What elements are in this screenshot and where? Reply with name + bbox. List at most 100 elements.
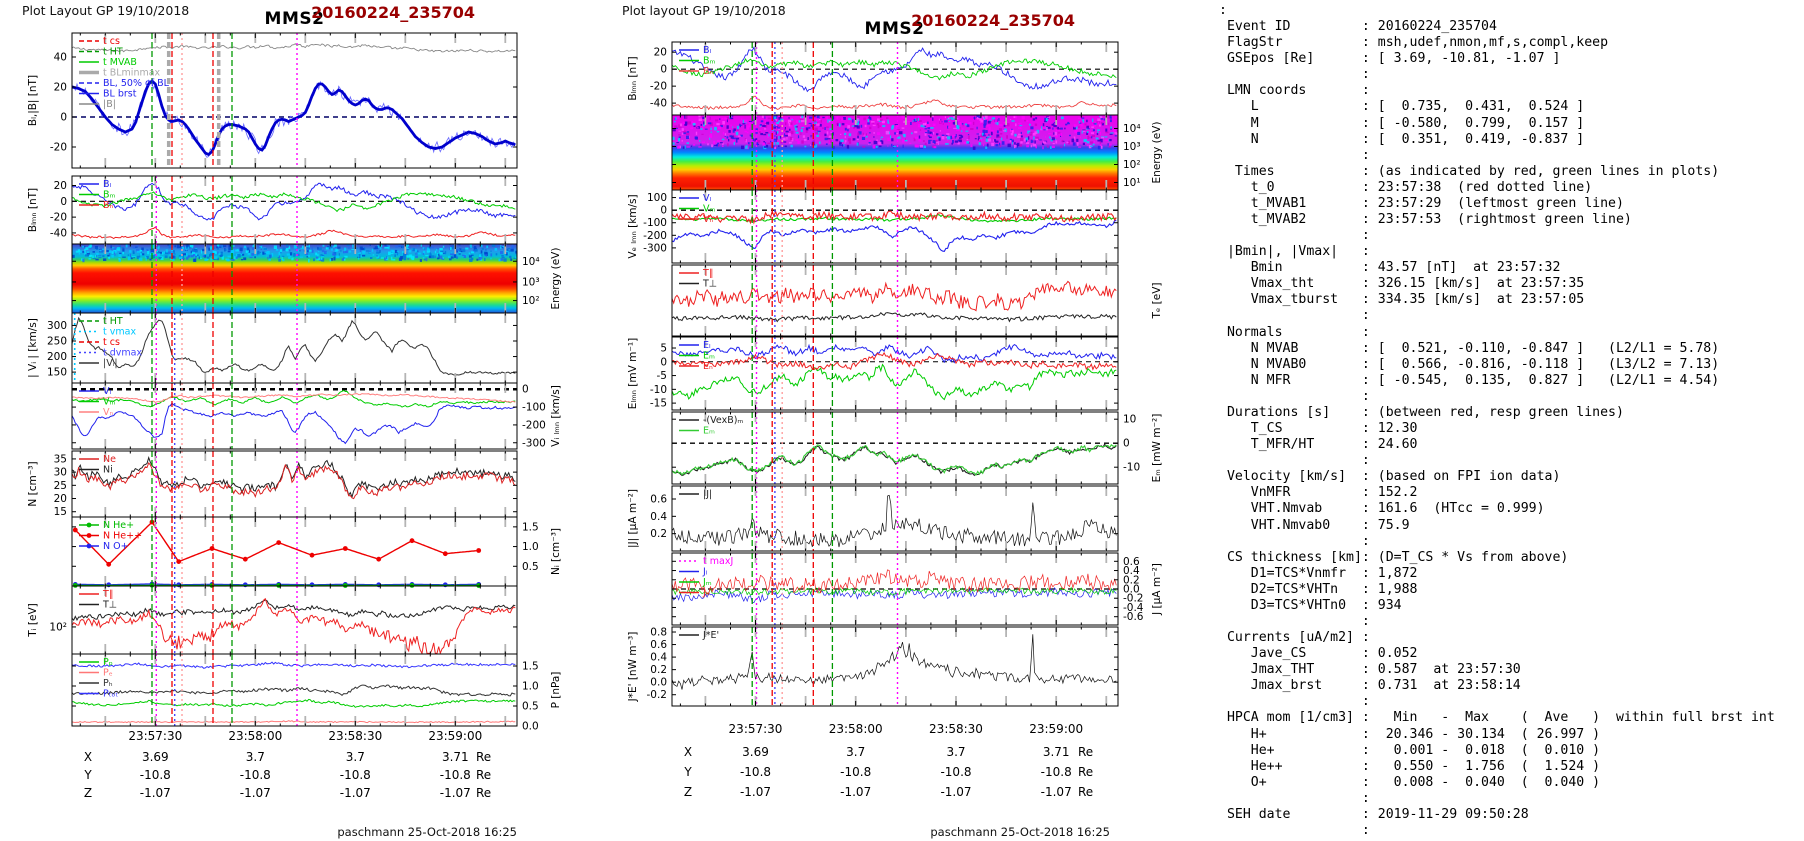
svg-text:30: 30 [54, 467, 67, 479]
svg-text:0.2: 0.2 [650, 528, 667, 540]
svg-text:Bₗ: Bₗ [703, 45, 712, 56]
figure-middle-burst-detail: Plot layout GP 19/10/2018 MMS2 20160224_… [600, 0, 1225, 841]
ephemeris-value: -1.07 [140, 786, 171, 800]
ephemeris-unit: Re [1078, 745, 1093, 759]
svg-text:Bₘ: Bₘ [103, 190, 116, 201]
time-tick-label: 23:58:00 [829, 722, 883, 736]
svg-text:100: 100 [647, 192, 667, 204]
svg-text:0.0: 0.0 [522, 721, 539, 733]
series-E_M_comp [672, 443, 1117, 477]
svg-text:N [cm⁻³]: N [cm⁻³] [27, 461, 39, 506]
ephemeris-value: 3.69 [142, 750, 169, 764]
svg-text:-300: -300 [643, 242, 667, 254]
svg-text:Bₗₘₙ [nT]: Bₗₘₙ [nT] [627, 56, 639, 100]
ephemeris-value: 3.7 [946, 745, 965, 759]
time-tick-label: 23:57:30 [128, 729, 182, 743]
ephemeris-value: -1.07 [1041, 785, 1072, 799]
series-Te_perp [672, 311, 1117, 323]
svg-text:BL brst: BL brst [103, 89, 137, 100]
svg-text:0: 0 [660, 64, 667, 76]
svg-text:1.0: 1.0 [522, 681, 539, 693]
svg-text:|J|: |J| [703, 489, 712, 500]
ephemeris-value: -10.8 [440, 768, 471, 782]
svg-text:Vₑ ₗₘₙ [km/s]: Vₑ ₗₘₙ [km/s] [627, 194, 639, 258]
panel-jdote: 0.80.60.40.20.0-0.2 J*E' [nW m⁻³] J*E' [627, 626, 1119, 707]
svg-text:0: 0 [60, 112, 67, 124]
svg-text:10: 10 [1123, 414, 1136, 426]
series-JdotE [672, 634, 1117, 690]
svg-text:-20: -20 [50, 142, 67, 154]
svg-text:10²: 10² [1123, 159, 1141, 171]
series-Ve_N [672, 209, 1117, 225]
ephemeris-unit: Re [476, 750, 491, 764]
svg-text:250: 250 [47, 336, 67, 348]
svg-text:-5: -5 [657, 370, 667, 382]
svg-text:N O+: N O+ [103, 541, 129, 552]
svg-text:10¹: 10¹ [1123, 177, 1141, 189]
ephemeris-value: -1.07 [440, 786, 471, 800]
svg-text:N He+: N He+ [103, 520, 134, 531]
svg-text:0.8: 0.8 [650, 627, 667, 639]
svg-text:J*E' [nW m⁻³]: J*E' [nW m⁻³] [627, 632, 639, 703]
svg-text:|J| [μA m⁻²]: |J| [μA m⁻²] [627, 489, 639, 548]
panel-electron-spectrogram: 10⁴ 10³ 10² 10¹ Energy (eV) [671, 114, 1163, 191]
svg-text:t cs: t cs [103, 36, 120, 47]
ephemeris-value: -10.8 [840, 765, 871, 779]
author-timestamp: paschmann 25-Oct-2018 16:25 [930, 825, 1110, 839]
series-B_N [72, 226, 516, 240]
svg-text:20: 20 [654, 47, 667, 59]
svg-text:Vₗ: Vₗ [703, 193, 711, 204]
svg-text:Ne: Ne [103, 454, 116, 465]
svg-text:200: 200 [47, 351, 67, 363]
svg-text:15: 15 [54, 506, 67, 518]
plot-stack-left: 40200-20Bₗ,|B| [nT]t cst HTt MVABt BLmin… [27, 32, 562, 800]
svg-text:|B|: |B| [103, 99, 116, 110]
ephemeris-value: -1.07 [840, 785, 871, 799]
panel-t-ion: 10² Tᵢ [eV] T∥T⊥ [27, 585, 518, 655]
ephemeris-value: 3.71 [442, 750, 469, 764]
svg-text:0.5: 0.5 [522, 561, 539, 573]
ephemeris-value: -10.8 [940, 765, 971, 779]
svg-text:10⁴: 10⁴ [1123, 123, 1141, 135]
svg-text:t cs: t cs [103, 337, 120, 348]
svg-text:20: 20 [54, 180, 67, 192]
svg-text:Eₘ [mW m⁻²]: Eₘ [mW m⁻²] [1151, 414, 1163, 483]
panel-poynting-em: 10 0 -10 Eₘ [mW m⁻²] -(VexB)ₘEₘ [671, 411, 1163, 485]
ephemeris-value: -10.8 [740, 765, 771, 779]
svg-text:t HT: t HT [103, 316, 123, 327]
svg-text:t dvmax: t dvmax [103, 348, 142, 359]
svg-text:-0.6: -0.6 [1123, 611, 1144, 623]
ephemeris-value: -1.07 [740, 785, 771, 799]
svg-text:Eₗₘₙ [mV m⁻¹]: Eₗₘₙ [mV m⁻¹] [627, 338, 639, 409]
svg-text:-40: -40 [650, 98, 667, 110]
panel-n-hpca: 1.5 1.0 0.5 Nᵢ [cm⁻³] N He+N He++N O+ [71, 516, 562, 588]
svg-text:Vₗ: Vₗ [103, 386, 111, 397]
series-P_e [72, 720, 516, 724]
svg-text:0: 0 [660, 205, 667, 217]
plot-stack-middle: 20 0 -20 -40 Bₗₘₙ [nT] BₗBₘBₙ 10⁴ 10³ 10² 10¹ Ener… [627, 41, 1163, 799]
series-Ve_L [672, 219, 1117, 253]
ephemeris-value: -1.07 [340, 786, 371, 800]
time-tick-label: 23:57:30 [729, 722, 783, 736]
svg-text:10²: 10² [49, 621, 67, 633]
series-Ne_black [72, 455, 516, 499]
svg-text:Energy (eV): Energy (eV) [1151, 122, 1163, 184]
ephemeris-unit: Re [476, 768, 491, 782]
svg-text:J [μA m⁻²]: J [μA m⁻²] [1151, 563, 1163, 616]
ephemeris-value: -10.8 [340, 768, 371, 782]
svg-text:T⊥: T⊥ [102, 600, 117, 611]
panel-vi-mag: 300 250 200 150 | Vᵢ | [km/s] t HTt vmaxt cst… [27, 312, 518, 384]
svg-text:0.6: 0.6 [650, 639, 667, 651]
series-T_perp [72, 599, 516, 621]
svg-text:-200: -200 [643, 230, 667, 242]
ephemeris-value: 3.71 [1043, 745, 1070, 759]
ephemeris-value: -10.8 [1041, 765, 1072, 779]
svg-text:Nᵢ [cm⁻³]: Nᵢ [cm⁻³] [550, 528, 562, 575]
svg-text:Energy (eV): Energy (eV) [550, 248, 562, 310]
svg-text:t MVAB: t MVAB [103, 57, 137, 68]
svg-text:0.0: 0.0 [650, 677, 667, 689]
svg-text:Pₕ: Pₕ [103, 678, 113, 689]
svg-text:Pₑ: Pₑ [103, 668, 113, 679]
svg-text:-20: -20 [50, 212, 67, 224]
svg-text:Vₙ: Vₙ [703, 214, 713, 225]
